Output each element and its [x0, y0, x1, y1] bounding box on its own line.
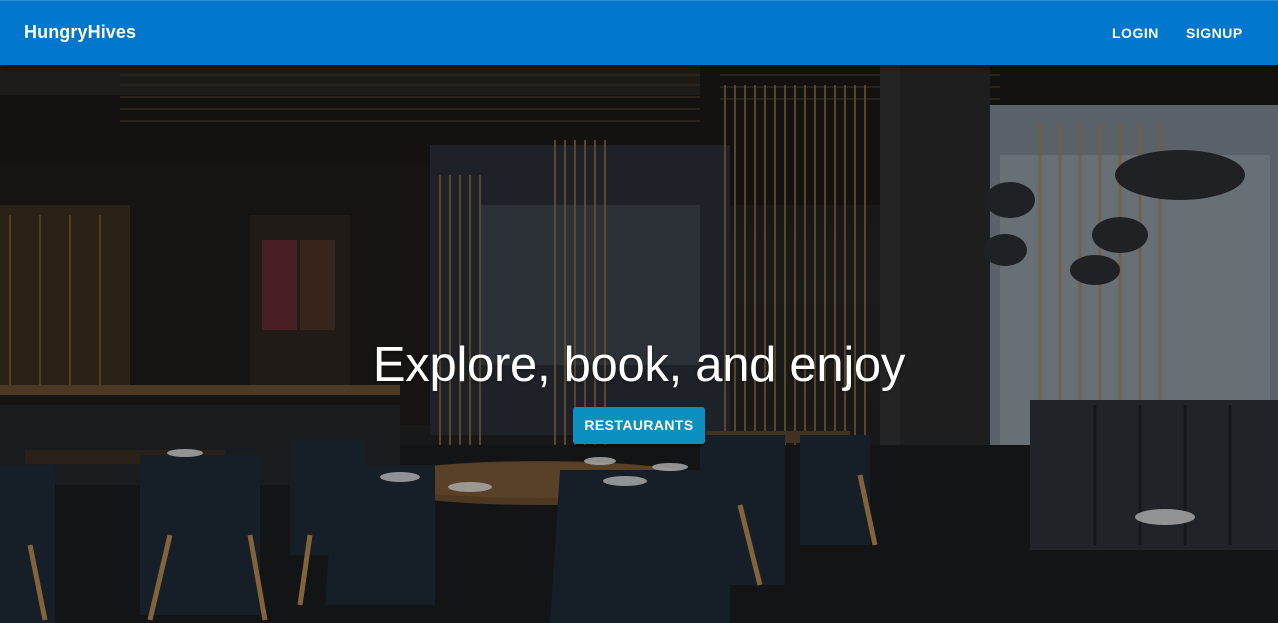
- hero-section: Explore, book, and enjoy RESTAURANTS: [0, 65, 1278, 623]
- app-bar: HungryHives LOGIN SIGNUP: [0, 0, 1278, 65]
- login-button[interactable]: LOGIN: [1112, 25, 1159, 41]
- hero-title: Explore, book, and enjoy: [372, 338, 906, 392]
- signup-button[interactable]: SIGNUP: [1186, 25, 1243, 41]
- restaurants-button[interactable]: RESTAURANTS: [573, 407, 705, 444]
- brand-logo[interactable]: HungryHives: [24, 22, 136, 43]
